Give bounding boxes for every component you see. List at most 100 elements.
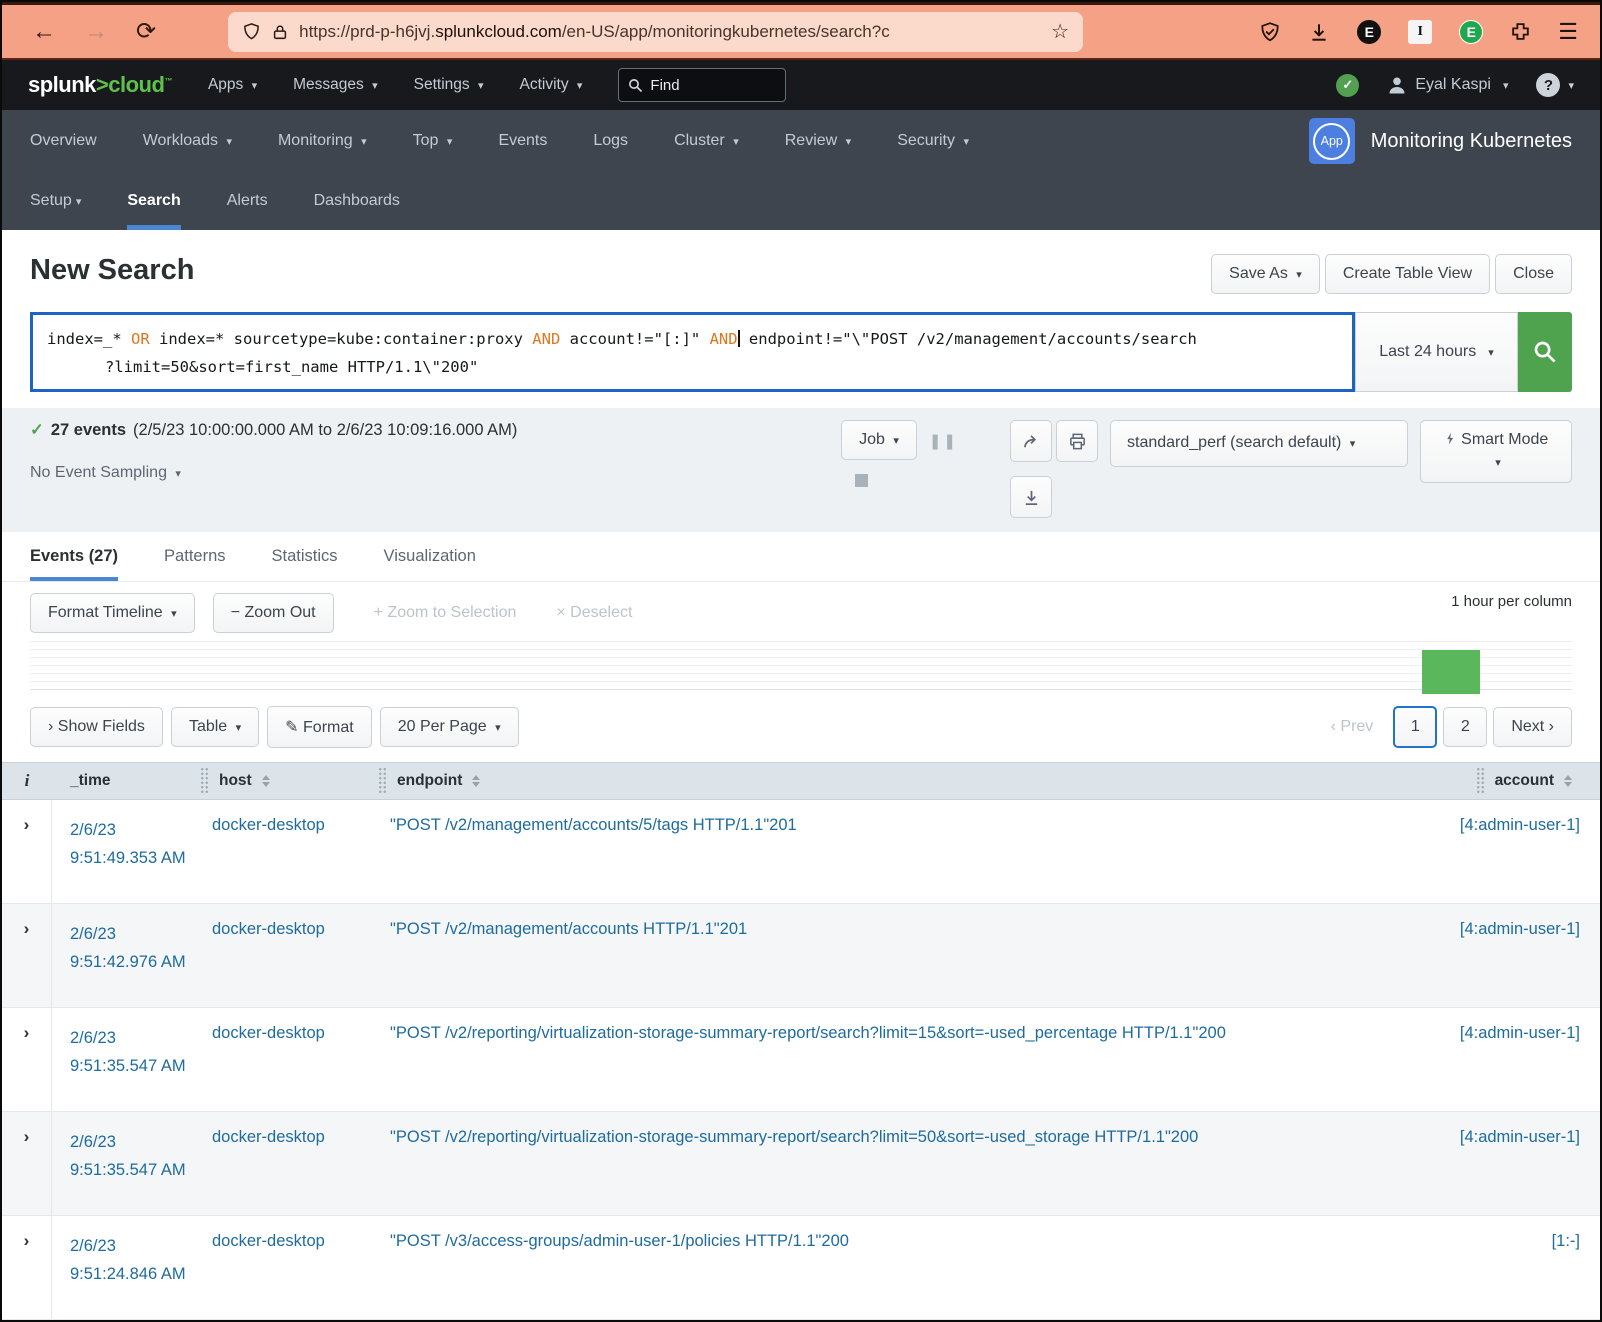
- expand-row-chevron-icon[interactable]: ›: [2, 1216, 52, 1319]
- tab-patterns[interactable]: Patterns: [164, 532, 225, 581]
- page-2-button[interactable]: 2: [1443, 707, 1487, 747]
- search-submit-button[interactable]: [1518, 312, 1572, 392]
- column-header-time[interactable]: _time: [52, 772, 200, 790]
- cell-host[interactable]: docker-desktop: [200, 800, 378, 903]
- timeline-bar[interactable]: [1422, 650, 1480, 694]
- sort-icon[interactable]: [262, 775, 270, 787]
- cell-time[interactable]: 2/6/23 9:51:35.547 AM: [52, 1008, 200, 1111]
- cell-host[interactable]: docker-desktop: [200, 1216, 378, 1319]
- save-as-button[interactable]: Save As ▾: [1211, 254, 1320, 294]
- stop-icon[interactable]: [855, 474, 868, 487]
- extension-e-green-icon[interactable]: E: [1459, 20, 1483, 44]
- shield-check-icon[interactable]: [1259, 21, 1281, 43]
- appnav-item-overview[interactable]: Overview: [30, 132, 97, 150]
- user-menu[interactable]: Eyal Kaspi ▾: [1387, 75, 1508, 95]
- appnav-item-security[interactable]: Security ▾: [897, 132, 969, 150]
- appnav-item-logs[interactable]: Logs: [593, 132, 628, 150]
- per-page-button[interactable]: 20 Per Page ▾: [380, 707, 519, 747]
- find-input[interactable]: [650, 77, 760, 94]
- expand-row-chevron-icon[interactable]: ›: [2, 1008, 52, 1111]
- forward-icon[interactable]: →: [84, 18, 108, 46]
- extensions-puzzle-icon[interactable]: [1510, 21, 1531, 42]
- topnav-item-messages[interactable]: Messages ▾: [293, 76, 378, 94]
- column-header-info[interactable]: i: [2, 771, 52, 791]
- search-query-input[interactable]: index=_* OR index=* sourcetype=kube:cont…: [30, 312, 1355, 392]
- print-button[interactable]: [1056, 420, 1098, 462]
- appnav-item-cluster[interactable]: Cluster ▾: [674, 132, 739, 150]
- appnav-item-events[interactable]: Events: [498, 132, 547, 150]
- events-timeline-chart[interactable]: [30, 641, 1572, 691]
- cell-account[interactable]: [4:admin-user-1]: [1432, 1008, 1600, 1111]
- find-box[interactable]: [618, 68, 786, 102]
- prev-page-button[interactable]: ‹ Prev: [1331, 718, 1374, 736]
- smart-mode-button[interactable]: Smart Mode▾: [1420, 420, 1572, 483]
- cell-host[interactable]: docker-desktop: [200, 904, 378, 1007]
- download-icon[interactable]: [1308, 21, 1330, 43]
- table-view-button[interactable]: Table ▾: [171, 707, 259, 747]
- subnav-item-alerts[interactable]: Alerts: [227, 172, 268, 230]
- next-page-button[interactable]: Next ›: [1493, 707, 1572, 747]
- tab-statistics[interactable]: Statistics: [272, 532, 338, 581]
- create-table-view-button[interactable]: Create Table View: [1325, 254, 1490, 294]
- cell-time[interactable]: 2/6/23 9:51:24.846 AM: [52, 1216, 200, 1319]
- topnav-item-activity[interactable]: Activity ▾: [519, 76, 582, 94]
- export-button[interactable]: [1010, 476, 1052, 518]
- cell-account[interactable]: [1:-]: [1432, 1216, 1600, 1319]
- cell-account[interactable]: [4:admin-user-1]: [1432, 1112, 1600, 1215]
- cell-time[interactable]: 2/6/23 9:51:35.547 AM: [52, 1112, 200, 1215]
- sort-icon[interactable]: [472, 775, 480, 787]
- show-fields-button[interactable]: › Show Fields: [30, 707, 163, 747]
- column-header-endpoint[interactable]: endpoint: [378, 767, 1432, 795]
- url-text[interactable]: https://prd-p-h6jvj.splunkcloud.com/en-U…: [299, 22, 1041, 42]
- bookmark-star-icon[interactable]: ☆: [1051, 19, 1069, 44]
- menu-icon[interactable]: ☰: [1558, 19, 1578, 45]
- expand-row-chevron-icon[interactable]: ›: [2, 800, 52, 903]
- subnav-item-dashboards[interactable]: Dashboards: [314, 172, 400, 230]
- column-header-account[interactable]: account: [1432, 767, 1600, 795]
- zoom-out-button[interactable]: − Zoom Out: [213, 593, 334, 633]
- topnav-item-settings[interactable]: Settings ▾: [414, 76, 484, 94]
- cell-account[interactable]: [4:admin-user-1]: [1432, 904, 1600, 1007]
- cell-endpoint[interactable]: "POST /v2/management/accounts/5/tags HTT…: [378, 800, 1432, 903]
- column-header-host[interactable]: host: [200, 767, 378, 795]
- topnav-item-apps[interactable]: Apps ▾: [208, 76, 257, 94]
- job-menu-button[interactable]: Job ▾: [841, 420, 917, 460]
- expand-row-chevron-icon[interactable]: ›: [2, 904, 52, 1007]
- tab-events-27-[interactable]: Events (27): [30, 532, 118, 581]
- column-drag-handle[interactable]: [200, 767, 209, 795]
- cell-account[interactable]: [4:admin-user-1]: [1432, 800, 1600, 903]
- back-icon[interactable]: ←: [32, 18, 56, 46]
- cell-endpoint[interactable]: "POST /v3/access-groups/admin-user-1/pol…: [378, 1216, 1432, 1319]
- reload-icon[interactable]: ⟳: [136, 17, 156, 46]
- column-drag-handle[interactable]: [1476, 767, 1485, 795]
- cell-time[interactable]: 2/6/23 9:51:42.976 AM: [52, 904, 200, 1007]
- status-check-icon[interactable]: ✓: [1336, 74, 1359, 97]
- splunk-cloud-logo[interactable]: splunk>cloud™: [28, 72, 172, 98]
- cell-time[interactable]: 2/6/23 9:51:49.353 AM: [52, 800, 200, 903]
- expand-row-chevron-icon[interactable]: ›: [2, 1112, 52, 1215]
- format-button[interactable]: ✎ Format: [267, 706, 372, 748]
- appnav-item-review[interactable]: Review ▾: [785, 132, 851, 150]
- appnav-item-top[interactable]: Top ▾: [413, 132, 453, 150]
- page-1-button[interactable]: 1: [1393, 706, 1437, 748]
- subnav-item-setup[interactable]: Setup ▾: [30, 172, 81, 230]
- extension-e-dark-icon[interactable]: E: [1357, 20, 1381, 44]
- subnav-item-search[interactable]: Search: [127, 172, 180, 230]
- cell-host[interactable]: docker-desktop: [200, 1112, 378, 1215]
- cell-endpoint[interactable]: "POST /v2/management/accounts HTTP/1.1"2…: [378, 904, 1432, 1007]
- share-button[interactable]: [1010, 420, 1052, 462]
- format-timeline-button[interactable]: Format Timeline ▾: [30, 593, 195, 633]
- appnav-item-monitoring[interactable]: Monitoring ▾: [278, 132, 367, 150]
- search-mode-perf-button[interactable]: standard_perf (search default) ▾: [1110, 420, 1408, 467]
- event-sampling-menu[interactable]: No Event Sampling ▾: [30, 464, 517, 482]
- cell-host[interactable]: docker-desktop: [200, 1008, 378, 1111]
- column-drag-handle[interactable]: [378, 767, 387, 795]
- shield-icon[interactable]: [242, 22, 261, 41]
- appnav-item-workloads[interactable]: Workloads ▾: [143, 132, 232, 150]
- deselect-button[interactable]: × Deselect: [556, 604, 632, 622]
- cell-endpoint[interactable]: "POST /v2/reporting/virtualization-stora…: [378, 1112, 1432, 1215]
- extension-i-icon[interactable]: I: [1408, 20, 1432, 44]
- close-button[interactable]: Close: [1495, 254, 1572, 294]
- pause-icon[interactable]: ❚❚: [929, 432, 958, 450]
- url-bar[interactable]: https://prd-p-h6jvj.splunkcloud.com/en-U…: [228, 12, 1083, 52]
